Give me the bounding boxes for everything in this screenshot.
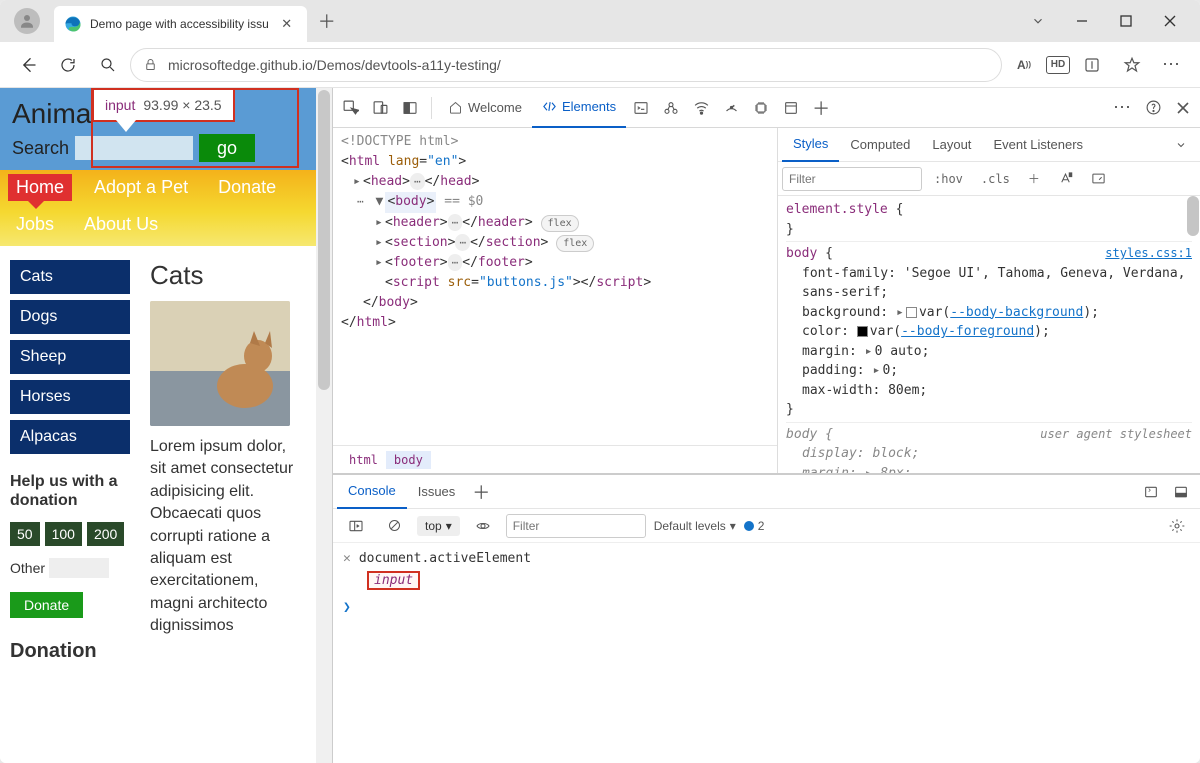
amount-50[interactable]: 50 — [10, 522, 40, 546]
tab-event-listeners[interactable]: Event Listeners — [982, 128, 1094, 162]
sources-icon[interactable] — [656, 93, 686, 123]
clear-console-icon[interactable] — [379, 511, 409, 541]
help-heading: Help us with a donation — [10, 472, 130, 510]
reader-icon[interactable] — [1074, 47, 1110, 83]
read-aloud-icon[interactable]: A)) — [1006, 47, 1042, 83]
tab-issues[interactable]: Issues — [407, 475, 467, 509]
main-heading: Cats — [150, 260, 306, 291]
dom-breadcrumb: html body — [333, 445, 777, 473]
amount-100[interactable]: 100 — [45, 522, 82, 546]
console-icon[interactable] — [626, 93, 656, 123]
remove-expr-icon[interactable]: ✕ — [343, 551, 351, 566]
tab-layout[interactable]: Layout — [921, 128, 982, 162]
source-link[interactable]: styles.css:1 — [1105, 244, 1192, 262]
cls-toggle[interactable]: .cls — [975, 167, 1016, 191]
tab-elements[interactable]: Elements — [532, 88, 626, 128]
breadcrumb-html[interactable]: html — [341, 451, 386, 469]
search-icon[interactable] — [90, 47, 126, 83]
nav-adopt[interactable]: Adopt a Pet — [86, 174, 196, 201]
application-icon[interactable] — [776, 93, 806, 123]
url-text: microsoftedge.github.io/Demos/devtools-a… — [168, 57, 989, 73]
live-expression: document.activeElement — [359, 551, 531, 566]
sidebar-item-alpacas[interactable]: Alpacas — [10, 420, 130, 454]
cat-image — [150, 301, 290, 426]
other-amount-input[interactable] — [49, 558, 109, 578]
sidebar-item-cats[interactable]: Cats — [10, 260, 130, 294]
go-button[interactable]: go — [199, 134, 255, 162]
address-bar[interactable]: microsoftedge.github.io/Demos/devtools-a… — [130, 48, 1002, 82]
hov-toggle[interactable]: :hov — [928, 167, 969, 191]
page-scrollbar[interactable] — [316, 88, 332, 763]
context-selector[interactable]: top▾ — [417, 516, 460, 536]
sidebar-toggle-icon[interactable] — [341, 511, 371, 541]
tab-console[interactable]: Console — [337, 475, 407, 509]
inspect-tooltip: input 93.99 × 23.5 — [92, 88, 235, 122]
live-expr-icon[interactable] — [468, 511, 498, 541]
nav-donate[interactable]: Donate — [210, 174, 284, 201]
close-window-button[interactable] — [1148, 5, 1192, 37]
chevron-down-icon[interactable] — [1166, 130, 1196, 160]
tab-computed[interactable]: Computed — [839, 128, 921, 162]
back-button[interactable] — [10, 47, 46, 83]
more-tools-icon[interactable]: ⋯ — [1108, 93, 1138, 123]
breadcrumb-body[interactable]: body — [386, 451, 431, 469]
nav-home[interactable]: Home — [8, 174, 72, 201]
lock-icon — [143, 57, 158, 72]
expression-result[interactable]: input — [367, 571, 420, 590]
console-output[interactable]: ✕ document.activeElement input ❯ — [333, 543, 1200, 763]
help-icon[interactable] — [1138, 93, 1168, 123]
tab-welcome[interactable]: Welcome — [438, 88, 532, 128]
inspect-element-icon[interactable] — [335, 93, 365, 123]
panel-toggle-icon[interactable] — [395, 93, 425, 123]
other-label: Other — [10, 560, 45, 576]
close-devtools-icon[interactable] — [1168, 93, 1198, 123]
edge-icon — [64, 15, 82, 33]
tab-styles[interactable]: Styles — [782, 128, 839, 162]
drawer-dock-icon[interactable] — [1166, 477, 1196, 507]
font-editor-icon[interactable] — [1052, 167, 1079, 191]
lorem-text: Lorem ipsum dolor, sit amet consectetur … — [150, 436, 306, 638]
new-rule-icon[interactable]: ＋ — [1022, 167, 1046, 191]
main-nav: Home Adopt a Pet Donate Jobs About Us — [0, 170, 316, 246]
dom-tree[interactable]: <!DOCTYPE html> <html lang="en"> ▸<head>… — [333, 128, 777, 445]
console-filter-input[interactable] — [506, 514, 646, 538]
favorite-icon[interactable] — [1114, 47, 1150, 83]
profile-avatar[interactable] — [14, 8, 40, 34]
minimize-button[interactable] — [1060, 5, 1104, 37]
maximize-button[interactable] — [1104, 5, 1148, 37]
chevron-down-icon[interactable] — [1016, 5, 1060, 37]
performance-icon[interactable] — [716, 93, 746, 123]
search-input[interactable] — [75, 136, 193, 160]
nav-jobs[interactable]: Jobs — [8, 211, 62, 238]
more-icon[interactable]: ⋯ — [1154, 47, 1190, 83]
add-tab-icon[interactable]: ＋ — [806, 93, 836, 123]
memory-icon[interactable] — [746, 93, 776, 123]
amount-200[interactable]: 200 — [87, 522, 124, 546]
add-drawer-tab-icon[interactable]: ＋ — [466, 477, 496, 507]
search-label: Search — [12, 138, 69, 159]
tab-title: Demo page with accessibility issu — [90, 17, 269, 31]
flex-editor-icon[interactable] — [1085, 167, 1112, 191]
drawer-open-icon[interactable] — [1136, 477, 1166, 507]
css-rules[interactable]: element.style { } styles.css:1 body { fo… — [778, 196, 1200, 473]
sidebar-item-sheep[interactable]: Sheep — [10, 340, 130, 374]
close-tab-icon[interactable]: ✕ — [277, 14, 297, 34]
sidebar-item-horses[interactable]: Horses — [10, 380, 130, 414]
issue-count[interactable]: 2 — [744, 519, 765, 533]
network-icon[interactable] — [686, 93, 716, 123]
browser-tab[interactable]: Demo page with accessibility issu ✕ — [54, 6, 307, 42]
donate-button[interactable]: Donate — [10, 592, 83, 618]
console-settings-icon[interactable] — [1162, 511, 1192, 541]
styles-filter-input[interactable] — [782, 167, 922, 191]
hd-icon[interactable]: HD — [1046, 56, 1070, 74]
nav-about[interactable]: About Us — [76, 211, 166, 238]
log-level-selector[interactable]: Default levels▾ — [654, 519, 736, 533]
sidebar-item-dogs[interactable]: Dogs — [10, 300, 130, 334]
new-tab-button[interactable]: ＋ — [317, 11, 337, 31]
refresh-button[interactable] — [50, 47, 86, 83]
console-prompt[interactable]: ❯ — [343, 600, 1190, 615]
device-toggle-icon[interactable] — [365, 93, 395, 123]
styles-scrollbar[interactable] — [1187, 196, 1199, 236]
donation-heading: Donation — [10, 640, 130, 663]
